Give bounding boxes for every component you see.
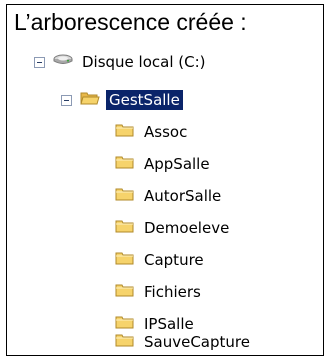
tree-item-label: Capture [144,251,204,269]
open-folder-icon [80,90,100,110]
tree-item-folder[interactable]: Capture [115,245,207,275]
folder-icon [115,282,135,302]
tree-item-folder[interactable]: SauveCapture [115,327,253,357]
tree-item-folder[interactable]: AppSalle [115,149,213,179]
tree-item-folder[interactable]: Demoeleve [115,213,232,243]
folder-icon [115,218,135,238]
folder-icon [115,154,135,174]
figure-caption: L’arborescence créée : [14,9,247,35]
tree-item-drive[interactable]: Disque local (C:) [34,47,209,77]
tree-item-label: Disque local (C:) [82,53,206,71]
tree-item-label: AutorSalle [144,187,222,205]
tree-item-label: GestSalle [106,90,183,110]
hard-drive-icon [53,53,73,71]
tree-item-label: Assoc [144,123,188,141]
collapse-toggle-icon[interactable] [61,94,72,106]
folder-icon [115,122,135,142]
collapse-toggle-icon[interactable] [34,56,45,68]
tree-item-label: AppSalle [144,155,210,173]
tree-item-label: Fichiers [144,283,201,301]
folder-icon [115,186,135,206]
folder-icon [115,332,135,352]
tree-item-label: SauveCapture [144,333,250,351]
tree-item-label: Demoeleve [144,219,230,237]
tree-item-folder[interactable]: Assoc [115,117,190,147]
folder-icon [115,250,135,270]
tree-item-folder[interactable]: AutorSalle [115,181,224,211]
figure-frame: L’arborescence créée : Disque local (C:) [6,4,324,356]
tree-item-gestsalle[interactable]: GestSalle [61,85,183,115]
tree-item-folder[interactable]: Fichiers [115,277,204,307]
